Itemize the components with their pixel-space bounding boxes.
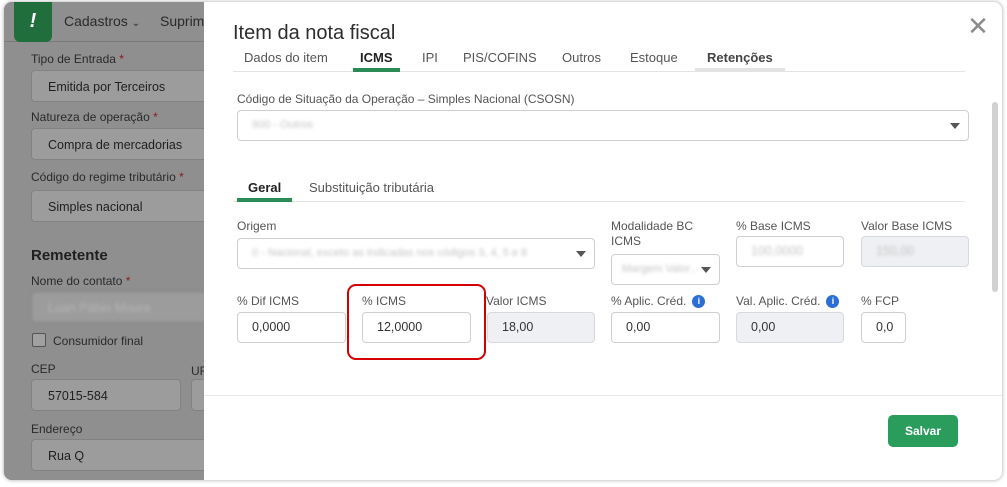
origem-value: 0 - Nacional, exceto as indicadas nos có… bbox=[252, 247, 528, 259]
app-window: ! Cadastros ⌄ Suprim Tipo de Entrada * E… bbox=[4, 2, 1002, 480]
chevron-down-icon bbox=[701, 267, 711, 273]
sub-tabs: Geral Substituição tributária bbox=[233, 178, 965, 202]
csosn-label: Código de Situação da Operação – Simples… bbox=[237, 92, 575, 106]
endereco-label: Endereço bbox=[31, 422, 83, 436]
tab-ipi[interactable]: IPI bbox=[422, 50, 438, 72]
menu-cadastros[interactable]: Cadastros ⌄ bbox=[64, 13, 140, 29]
natureza-operacao-field[interactable]: Compra de mercadorias bbox=[31, 128, 211, 160]
fcp-label: % FCP bbox=[861, 294, 900, 308]
modal-title: Item da nota fiscal bbox=[233, 22, 396, 44]
fcp-input[interactable]: 0,0 bbox=[861, 312, 906, 343]
val-aplic-cred-label: Val. Aplic. Créd. i bbox=[736, 294, 840, 308]
regime-tributario-label: Código do regime tributário * bbox=[31, 170, 184, 184]
tab-retencoes[interactable]: Retenções bbox=[695, 50, 785, 72]
contato-label: Nome do contato * bbox=[31, 274, 131, 288]
tipo-entrada-field[interactable]: Emitida por Terceiros bbox=[31, 70, 211, 102]
csosn-select[interactable]: 900 - Outros bbox=[237, 110, 969, 141]
chevron-down-icon: ⌄ bbox=[131, 18, 141, 29]
origem-select[interactable]: 0 - Nacional, exceto as indicadas nos có… bbox=[237, 238, 595, 269]
menu-suprimentos[interactable]: Suprim bbox=[160, 13, 204, 29]
subtab-geral[interactable]: Geral bbox=[237, 180, 293, 202]
aplic-cred-input[interactable]: 0,00 bbox=[611, 312, 720, 343]
tab-pis-cofins[interactable]: PIS/COFINS bbox=[463, 50, 537, 72]
save-button[interactable]: Salvar bbox=[888, 415, 958, 447]
origem-label: Origem bbox=[237, 219, 277, 233]
valor-base-icms-input: 150,00 bbox=[861, 236, 969, 267]
top-navbar: ! Cadastros ⌄ Suprim bbox=[4, 2, 204, 42]
info-icon[interactable]: i bbox=[826, 295, 840, 308]
close-icon[interactable]: ✕ bbox=[966, 13, 990, 39]
base-icms-label: % Base ICMS bbox=[736, 219, 811, 233]
icms-highlight-box bbox=[347, 284, 486, 360]
dif-icms-label: % Dif ICMS bbox=[237, 294, 300, 308]
tipo-entrada-label: Tipo de Entrada * bbox=[31, 52, 124, 66]
item-nota-fiscal-modal: Item da nota fiscal ✕ Dados do item ICMS… bbox=[204, 2, 1002, 480]
consumidor-final-checkbox[interactable] bbox=[32, 333, 46, 347]
dif-icms-input[interactable]: 0,0000 bbox=[237, 312, 346, 343]
subtab-substituicao-tributaria[interactable]: Substituição tributária bbox=[309, 180, 434, 202]
modalidade-bc-select[interactable]: Margem Valor Agregado bbox=[611, 254, 720, 285]
tab-dados-do-item[interactable]: Dados do item bbox=[244, 50, 328, 72]
scrollbar-thumb[interactable] bbox=[992, 102, 998, 292]
natureza-operacao-label: Natureza de operação * bbox=[31, 110, 158, 124]
tab-outros[interactable]: Outros bbox=[562, 50, 601, 72]
valor-icms-label: Valor ICMS bbox=[486, 294, 547, 308]
footer-divider bbox=[204, 395, 1002, 396]
modalidade-bc-value: Margem Valor Agregado bbox=[622, 263, 694, 275]
valor-icms-input: 18,00 bbox=[487, 312, 595, 343]
consumidor-final-label: Consumidor final bbox=[53, 334, 144, 348]
cep-field[interactable]: 57015-584 bbox=[31, 379, 181, 411]
cep-label: CEP bbox=[31, 362, 56, 376]
tab-icms[interactable]: ICMS bbox=[353, 50, 400, 72]
remetente-section-title: Remetente bbox=[31, 247, 108, 264]
main-tabs: Dados do item ICMS IPI PIS/COFINS Outros… bbox=[233, 50, 965, 72]
info-icon[interactable]: i bbox=[692, 295, 706, 308]
val-aplic-cred-input: 0,00 bbox=[736, 312, 844, 343]
valor-base-icms-label: Valor Base ICMS bbox=[861, 219, 953, 233]
contato-field[interactable]: Luan Pábio Moura bbox=[31, 291, 211, 323]
regime-tributario-field[interactable]: Simples nacional bbox=[31, 190, 211, 222]
base-icms-input[interactable]: 100,0000 bbox=[736, 236, 844, 267]
app-logo[interactable]: ! bbox=[14, 2, 52, 42]
chevron-down-icon bbox=[950, 123, 960, 129]
tab-estoque[interactable]: Estoque bbox=[630, 50, 678, 72]
csosn-value: 900 - Outros bbox=[252, 119, 314, 131]
aplic-cred-label: % Aplic. Créd. i bbox=[611, 294, 706, 308]
modalidade-bc-label: Modalidade BC ICMS bbox=[611, 219, 694, 248]
background-form: ! Cadastros ⌄ Suprim Tipo de Entrada * E… bbox=[4, 2, 211, 480]
endereco-field[interactable]: Rua Q bbox=[31, 439, 211, 471]
chevron-down-icon bbox=[576, 251, 586, 257]
